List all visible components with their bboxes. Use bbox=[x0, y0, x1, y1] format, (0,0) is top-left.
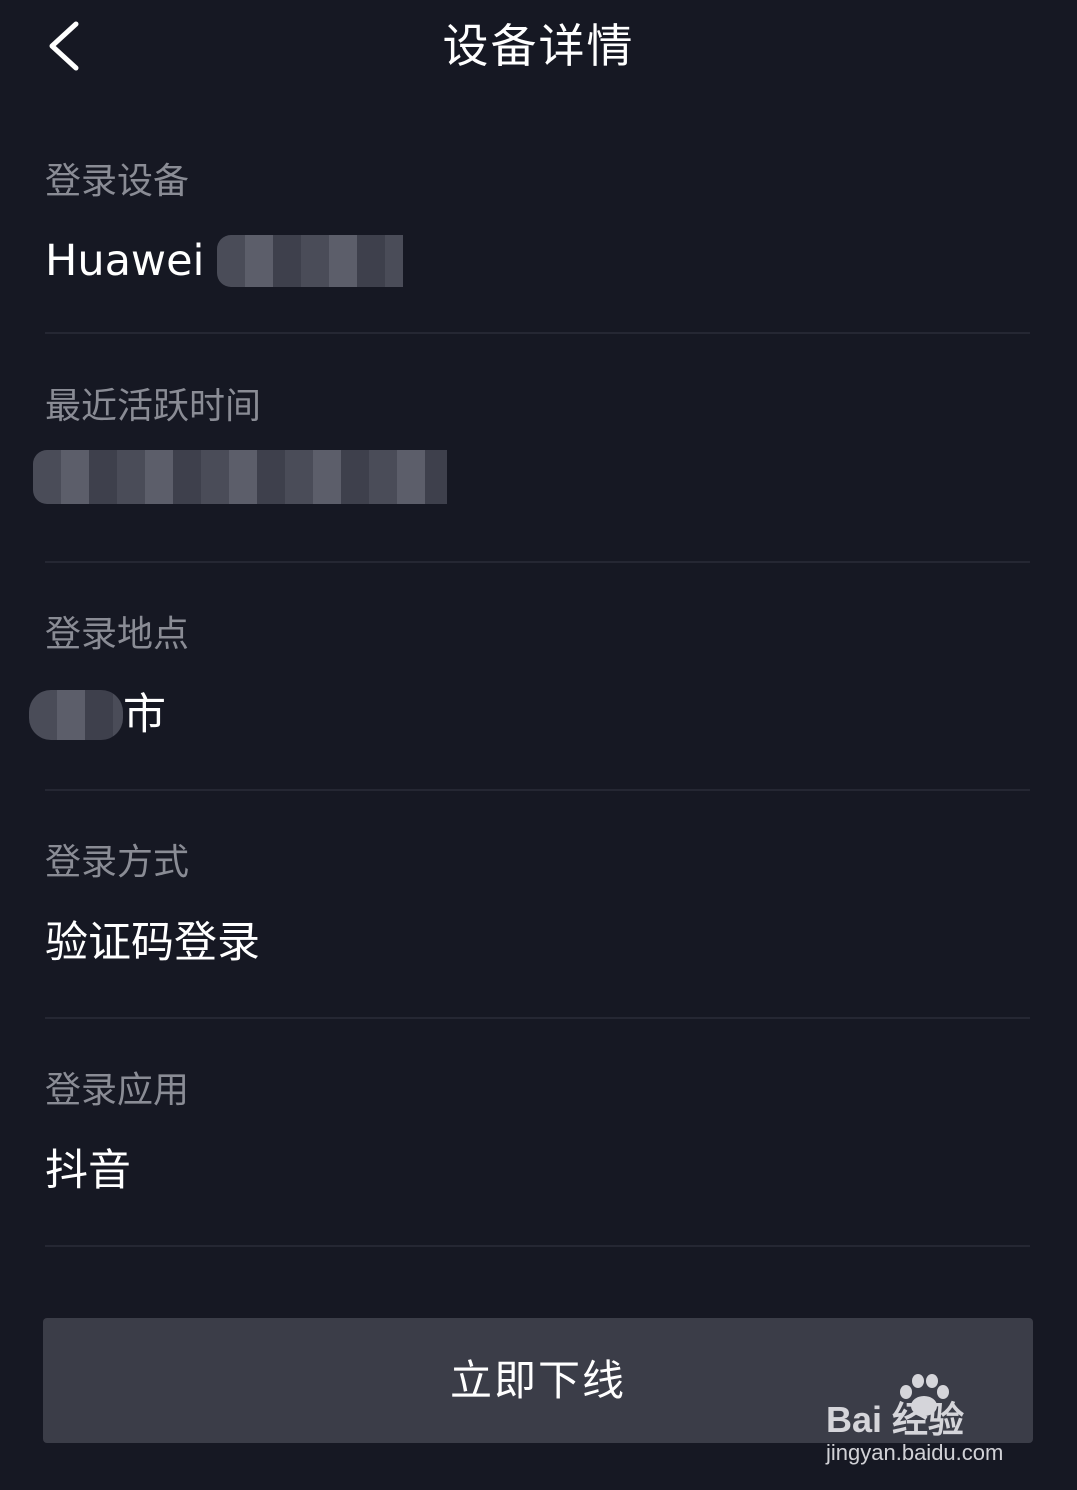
last-active-label: 最近活跃时间 bbox=[45, 386, 262, 427]
login-method-label: 登录方式 bbox=[45, 842, 190, 883]
detail-row-login-method: 登录方式 验证码登录 bbox=[45, 681, 1030, 1019]
login-app-label: 登录应用 bbox=[45, 1070, 190, 1111]
login-app-value: 抖音 bbox=[45, 1146, 131, 1196]
divider bbox=[45, 1245, 1030, 1247]
detail-row-device: 登录设备 Huawei bbox=[45, 0, 1030, 334]
watermark-url: jingyan.baidu.com bbox=[826, 1440, 1004, 1465]
location-label: 登录地点 bbox=[45, 614, 190, 655]
device-label: 登录设备 bbox=[45, 161, 190, 202]
watermark-logo-text: Bai 经验 bbox=[826, 1399, 965, 1440]
detail-row-login-app: 登录应用 抖音 bbox=[45, 909, 1030, 1247]
detail-row-last-active: 最近活跃时间 bbox=[33, 225, 1030, 563]
detail-row-location: 登录地点 市 bbox=[29, 453, 1030, 791]
baidu-jingyan-watermark: Bai 经验 jingyan.baidu.com bbox=[826, 1372, 1026, 1470]
